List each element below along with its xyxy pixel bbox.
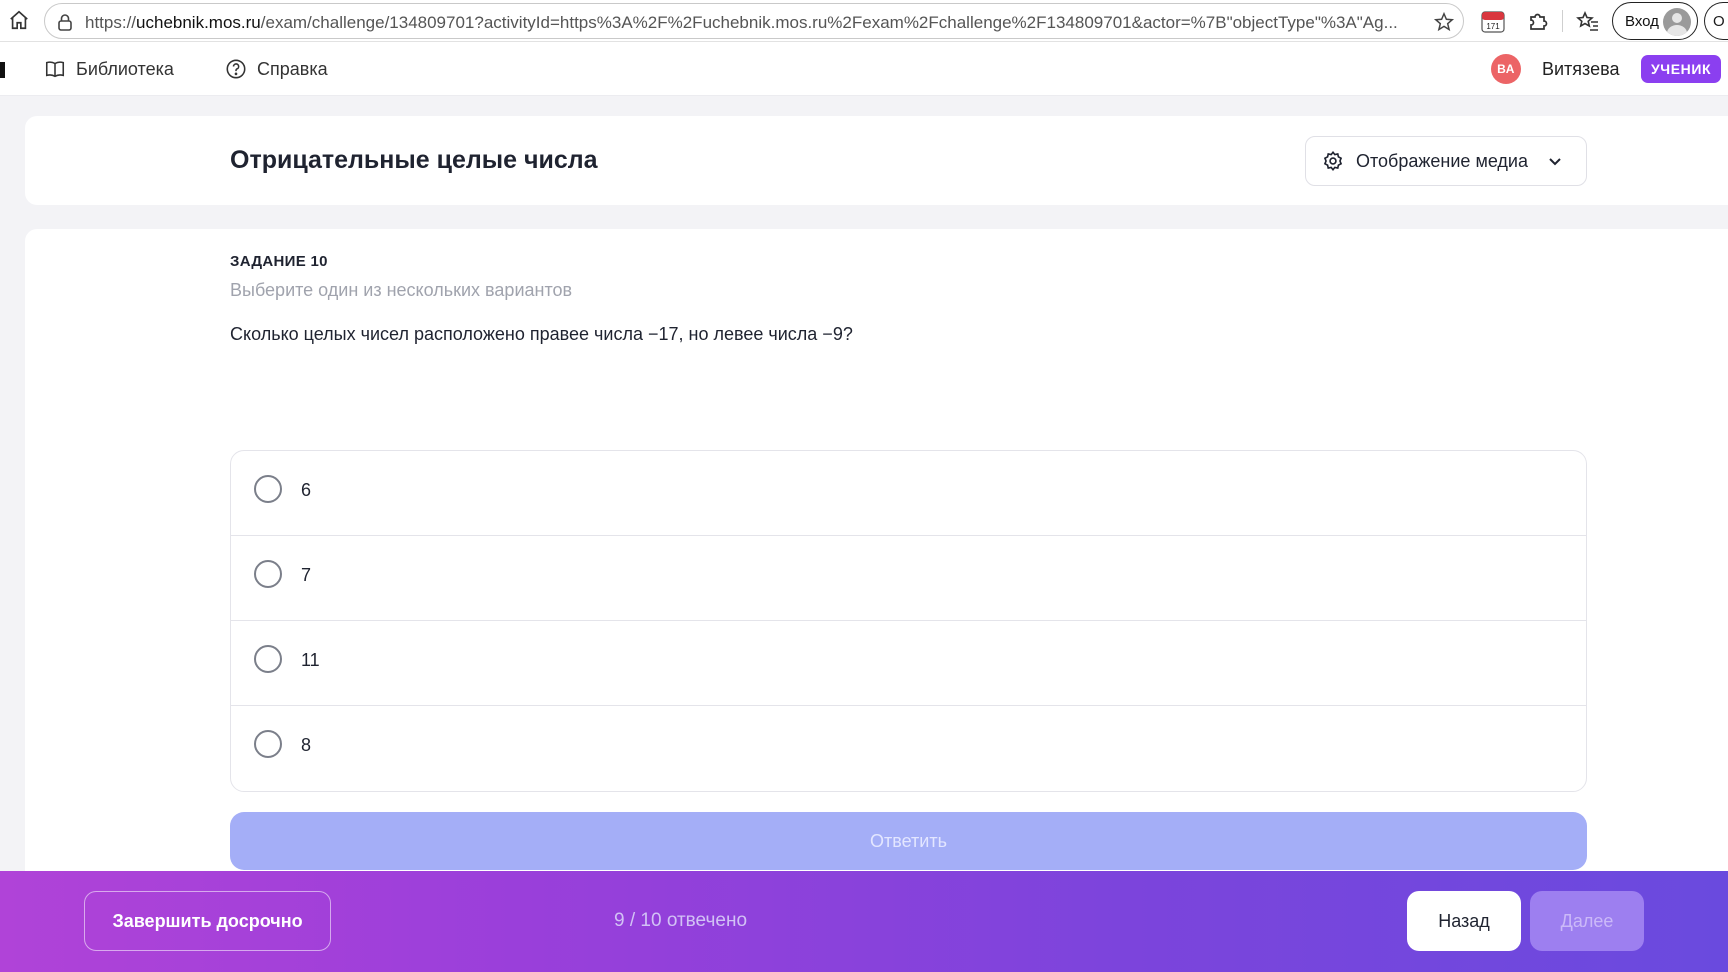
help-question-icon [226,59,246,79]
nav-library[interactable]: Библиотека [44,56,174,82]
book-icon [45,61,65,78]
answered-progress: 9 / 10 отвечено [614,910,748,931]
url-host: uchebnik.mos.ru [136,13,261,32]
task-card: ЗАДАНИЕ 10 Выберите один из нескольких в… [25,229,1728,972]
app-top-nav: Библиотека Справка ВА Витязева УЧЕНИК [0,42,1728,96]
radio-button[interactable] [254,475,282,503]
radio-button[interactable] [254,560,282,588]
radio-button[interactable] [254,730,282,758]
nav-help[interactable]: Справка [225,56,328,82]
bottom-action-bar: Завершить досрочно 9 / 10 отвечено Назад… [0,871,1728,972]
media-display-label: Отображение медиа [1356,150,1529,171]
extensions-puzzle-icon[interactable] [1526,9,1550,33]
home-icon[interactable] [8,9,30,31]
answer-option-label: 6 [301,480,312,500]
radio-button[interactable] [254,645,282,673]
answer-option-label: 8 [301,735,312,755]
role-badge: УЧЕНИК [1641,55,1722,83]
browser-menu-button[interactable]: О [1704,2,1728,40]
browser-toolbar: https://uchebnik.mos.ru/exam/challenge/1… [0,0,1728,42]
browser-menu-label: О [1713,13,1725,30]
lock-icon[interactable] [57,13,73,31]
title-card: Отрицательные целые числа Отображение ме… [25,116,1728,205]
toolbar-separator [1562,10,1563,32]
task-hint: Выберите один из нескольких вариантов [230,280,573,300]
user-name[interactable]: Витязева [1542,59,1619,80]
page-title: Отрицательные целые числа [230,146,598,174]
gear-icon [1323,150,1343,172]
submit-answer-button[interactable]: Ответить [230,812,1587,870]
answer-option-2[interactable]: 7 [231,536,1586,621]
task-question: Сколько целых чисел расположено правее ч… [230,324,853,344]
finish-early-button[interactable]: Завершить досрочно [84,891,331,951]
back-button[interactable]: Назад [1407,891,1521,951]
task-number: ЗАДАНИЕ 10 [230,253,328,270]
address-bar[interactable]: https://uchebnik.mos.ru/exam/challenge/1… [44,3,1464,39]
nav-help-label: Справка [257,58,328,79]
signin-label: Вход [1625,13,1659,30]
nav-library-label: Библиотека [76,58,174,79]
answer-option-3[interactable]: 11 [231,621,1586,706]
chevron-down-icon [1549,158,1561,166]
answer-option-label: 11 [301,650,320,670]
answer-option-4[interactable]: 8 [231,706,1586,791]
profile-signin-button[interactable]: Вход [1612,2,1698,40]
logo-edge [0,62,5,78]
answer-options: 6 7 11 8 [230,450,1587,792]
calendar-badge: 171 [1486,22,1500,31]
calendar-extension-icon[interactable]: 171 [1480,8,1506,34]
url-text[interactable]: https://uchebnik.mos.ru/exam/challenge/1… [85,13,1415,33]
url-scheme: https:// [85,13,137,32]
answer-option-label: 7 [301,565,312,585]
media-display-dropdown[interactable]: Отображение медиа [1305,136,1587,186]
next-button[interactable]: Далее [1530,891,1644,951]
favorites-icon[interactable] [1576,9,1600,33]
bookmark-star-icon[interactable] [1433,11,1455,33]
answer-option-1[interactable]: 6 [231,451,1586,536]
profile-avatar-icon [1663,8,1691,36]
user-avatar[interactable]: ВА [1491,54,1521,84]
url-path: /exam/challenge/134809701?activityId=htt… [260,13,1398,32]
